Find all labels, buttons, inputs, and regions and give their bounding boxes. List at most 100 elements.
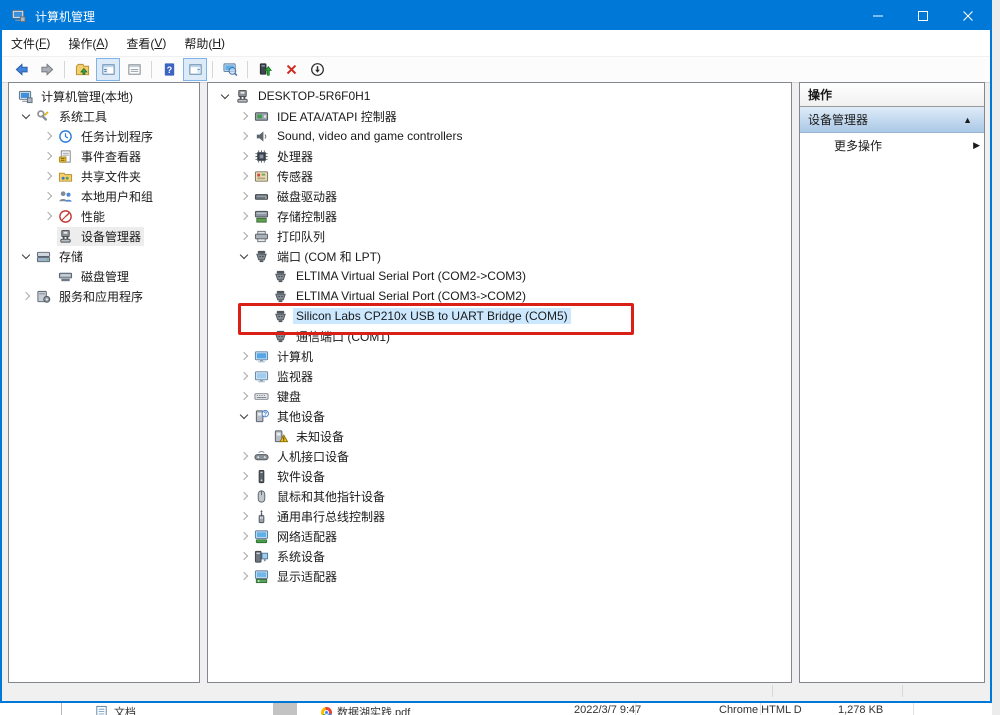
forward-button[interactable] <box>35 58 59 81</box>
tree-item: 通信端口 (COM1) <box>272 327 393 346</box>
chevron-right-icon[interactable] <box>235 526 253 546</box>
device-tree-row[interactable]: 键盘 <box>208 386 791 406</box>
chevron-right-icon[interactable] <box>17 286 35 306</box>
close-button[interactable] <box>945 2 990 30</box>
chevron-down-icon[interactable] <box>216 86 234 106</box>
disable-device-button[interactable] <box>305 58 329 81</box>
computer-icon <box>253 348 269 364</box>
help-button[interactable]: ? <box>157 58 181 81</box>
device-tree-row[interactable]: IDE ATA/ATAPI 控制器 <box>208 106 791 126</box>
file-row[interactable]: 数据湖实践.pdf <box>321 704 410 715</box>
device-tree-panel: DESKTOP-5R6F0H1 IDE ATA/ATAPI 控制器Sound, v… <box>207 82 792 683</box>
nav-scrollbar-thumb[interactable] <box>273 703 297 715</box>
uninstall-device-button[interactable] <box>279 58 303 81</box>
minimize-button[interactable] <box>855 2 900 30</box>
chevron-right-icon[interactable] <box>235 486 253 506</box>
menu-help[interactable]: 帮助(H) <box>175 30 234 56</box>
console-tree-row[interactable]: 设备管理器 <box>9 226 199 246</box>
chevron-down-icon[interactable] <box>235 246 253 266</box>
maximize-button[interactable] <box>900 2 945 30</box>
chevron-right-icon[interactable] <box>39 126 57 146</box>
device-tree-row[interactable]: Silicon Labs CP210x USB to UART Bridge (… <box>208 306 791 326</box>
chevron-right-icon[interactable] <box>235 166 253 186</box>
device-tree-row[interactable]: 处理器 <box>208 146 791 166</box>
tree-item-label: 处理器 <box>274 147 316 166</box>
device-tree-row[interactable]: 系统设备 <box>208 546 791 566</box>
device-tree-row[interactable]: 通信端口 (COM1) <box>208 326 791 346</box>
menu-file[interactable]: 文件(F) <box>2 30 59 56</box>
console-tree-row[interactable]: 磁盘管理 <box>9 266 199 286</box>
device-tree-row[interactable]: DESKTOP-5R6F0H1 <box>208 86 791 106</box>
device-tree-row[interactable]: ELTIMA Virtual Serial Port (COM2->COM3) <box>208 266 791 286</box>
menu-action[interactable]: 操作(A) <box>59 30 117 56</box>
chevron-right-icon[interactable] <box>235 226 253 246</box>
console-tree-row[interactable]: 存储 <box>9 246 199 266</box>
computer-management-window: 计算机管理 文件(F)操作(A)查看(V)帮助(H) ? 计算机管理(本地)系统… <box>0 0 992 703</box>
chevron-right-icon[interactable] <box>235 386 253 406</box>
chevron-right-icon[interactable] <box>39 166 57 186</box>
device-tree-row[interactable]: 人机接口设备 <box>208 446 791 466</box>
tree-item: DESKTOP-5R6F0H1 <box>234 88 373 104</box>
nav-item-documents[interactable]: 文档 <box>94 704 136 715</box>
more-actions-label: 更多操作 <box>834 137 973 154</box>
folder-button[interactable] <box>70 58 94 81</box>
chevron-right-icon[interactable] <box>235 466 253 486</box>
toolbar-separator <box>247 61 248 78</box>
actions-section-device-manager[interactable]: 设备管理器 ▲ <box>800 107 984 133</box>
device-tree-row[interactable]: ELTIMA Virtual Serial Port (COM3->COM2) <box>208 286 791 306</box>
chevron-right-icon[interactable] <box>39 186 57 206</box>
menu-view[interactable]: 查看(V) <box>117 30 175 56</box>
chevron-right-icon[interactable] <box>39 206 57 226</box>
triangle-up-icon[interactable]: ▲ <box>963 115 972 125</box>
device-tree-row[interactable]: 监视器 <box>208 366 791 386</box>
device-tree-row[interactable]: 未知设备 <box>208 426 791 446</box>
chevron-right-icon[interactable] <box>235 146 253 166</box>
chevron-down-icon[interactable] <box>235 406 253 426</box>
console-tree-row[interactable]: 本地用户和组 <box>9 186 199 206</box>
console-tree-row[interactable]: 性能 <box>9 206 199 226</box>
console-tree-toggle-button[interactable] <box>96 58 120 81</box>
device-tree-row[interactable]: 磁盘驱动器 <box>208 186 791 206</box>
device-tree-row[interactable]: 存储控制器 <box>208 206 791 226</box>
properties-button[interactable] <box>122 58 146 81</box>
chevron-right-icon[interactable] <box>235 546 253 566</box>
chevron-right-icon[interactable] <box>235 126 253 146</box>
device-tree-row[interactable]: 传感器 <box>208 166 791 186</box>
chevron-right-icon[interactable] <box>235 566 253 586</box>
device-tree-row[interactable]: 网络适配器 <box>208 526 791 546</box>
more-actions-item[interactable]: 更多操作 ▶ <box>800 133 984 158</box>
device-tree-row[interactable]: 鼠标和其他指针设备 <box>208 486 791 506</box>
device-tree-row[interactable]: 计算机 <box>208 346 791 366</box>
chevron-right-icon[interactable] <box>235 106 253 126</box>
device-tree-row[interactable]: 通用串行总线控制器 <box>208 506 791 526</box>
device-tree-row[interactable]: 打印队列 <box>208 226 791 246</box>
chevron-right-icon[interactable] <box>39 146 57 166</box>
action-pane-toggle-button[interactable] <box>183 58 207 81</box>
chevron-right-icon[interactable] <box>235 366 253 386</box>
back-button[interactable] <box>9 58 33 81</box>
tree-item: 系统工具 <box>35 107 110 126</box>
chevron-down-icon[interactable] <box>17 246 35 266</box>
chevron-right-icon[interactable] <box>235 446 253 466</box>
console-tree-row[interactable]: 共享文件夹 <box>9 166 199 186</box>
tree-item-label: 通用串行总线控制器 <box>274 507 388 526</box>
tree-item: 任务计划程序 <box>57 127 156 146</box>
console-tree-row[interactable]: 事件查看器 <box>9 146 199 166</box>
computer-up-arrow-icon <box>258 62 273 77</box>
chevron-right-icon[interactable] <box>235 506 253 526</box>
scan-hardware-button[interactable] <box>218 58 242 81</box>
chevron-right-icon[interactable] <box>235 346 253 366</box>
device-tree-row[interactable]: 显示适配器 <box>208 566 791 586</box>
device-tree-row[interactable]: 端口 (COM 和 LPT) <box>208 246 791 266</box>
chevron-down-icon[interactable] <box>17 106 35 126</box>
console-tree-row[interactable]: 计算机管理(本地) <box>9 86 199 106</box>
device-tree-row[interactable]: 软件设备 <box>208 466 791 486</box>
device-tree-row[interactable]: ?其他设备 <box>208 406 791 426</box>
update-driver-button[interactable] <box>253 58 277 81</box>
chevron-right-icon[interactable] <box>235 186 253 206</box>
device-tree-row[interactable]: Sound, video and game controllers <box>208 126 791 146</box>
console-tree-row[interactable]: 任务计划程序 <box>9 126 199 146</box>
console-tree-row[interactable]: 服务和应用程序 <box>9 286 199 306</box>
chevron-right-icon[interactable] <box>235 206 253 226</box>
console-tree-row[interactable]: 系统工具 <box>9 106 199 126</box>
